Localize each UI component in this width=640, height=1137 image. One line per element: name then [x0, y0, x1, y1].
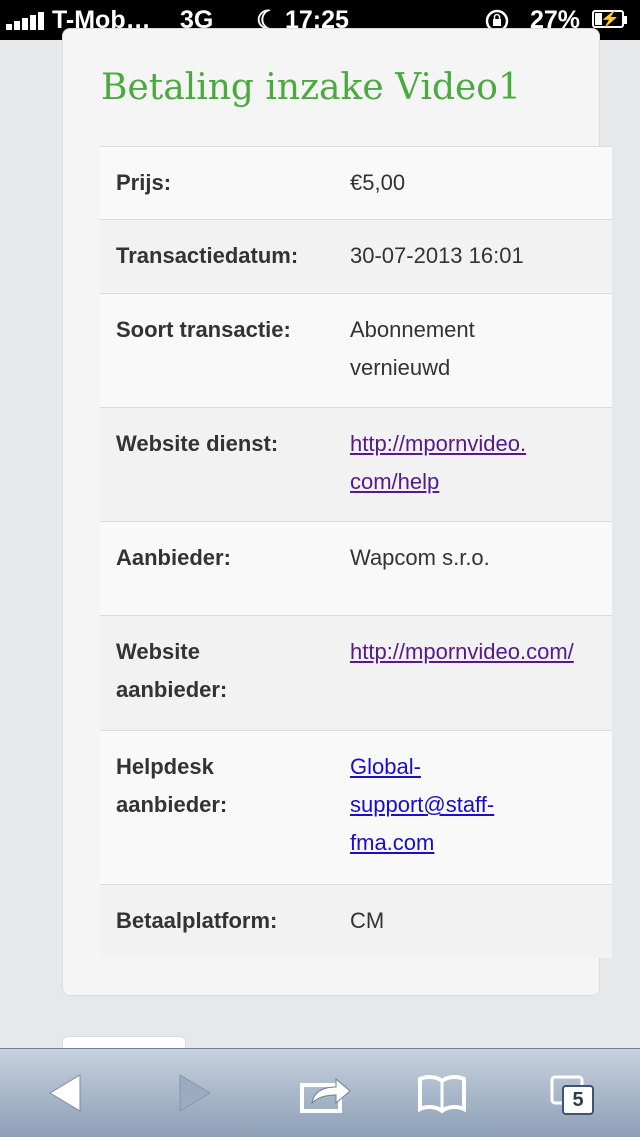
- row-label: Transactiedatum:: [116, 243, 299, 268]
- battery-icon: ⚡: [592, 10, 628, 30]
- back-arrow-icon[interactable]: [42, 1071, 102, 1115]
- row-label: Website dienst:: [116, 431, 279, 456]
- row-value: http://mpornvideo.com/help: [350, 425, 530, 501]
- row-value: Wapcom s.r.o.: [350, 545, 490, 570]
- share-icon[interactable]: [296, 1071, 356, 1115]
- row-value: Abonnement vernieuwd: [350, 317, 475, 380]
- row-value: CM: [350, 908, 385, 933]
- row-label: Betaalplatform:: [116, 908, 278, 933]
- page-title: Betaling inzake Video1: [101, 67, 521, 108]
- signal-strength-icon: [6, 10, 46, 30]
- row-value: Global-support@staff-fma.com: [350, 748, 520, 862]
- detail-row-provider-website: Website aanbieder: http://mpornvideo.com…: [100, 615, 612, 730]
- row-value: €5,00: [350, 170, 406, 195]
- helpdesk-email-link[interactable]: Global-support@staff-fma.com: [350, 754, 494, 855]
- detail-row-date: Transactiedatum: 30-07-2013 16:01: [100, 219, 612, 293]
- row-label: Website aanbieder:: [116, 639, 228, 702]
- row-label: Soort transactie:: [116, 317, 291, 342]
- row-label: Prijs:: [116, 170, 172, 195]
- browser-toolbar: [0, 1048, 640, 1137]
- detail-row-helpdesk: Helpdesk aanbieder: Global-support@staff…: [100, 730, 612, 884]
- service-website-link[interactable]: http://mpornvideo.com/help: [350, 431, 526, 494]
- tab-count-badge[interactable]: 5: [562, 1085, 594, 1115]
- detail-row-transaction-type: Soort transactie: Abonnement vernieuwd: [100, 293, 612, 407]
- forward-arrow-icon[interactable]: [168, 1071, 228, 1115]
- row-value: 30-07-2013 16:01: [350, 243, 524, 268]
- bookmarks-book-icon[interactable]: [412, 1071, 472, 1115]
- detail-row-payment-platform: Betaalplatform: CM: [100, 884, 612, 958]
- provider-website-link[interactable]: http://mpornvideo.com/: [350, 639, 574, 664]
- row-label: Helpdesk aanbieder:: [116, 754, 228, 817]
- row-label: Aanbieder:: [116, 545, 231, 570]
- detail-row-provider: Aanbieder: Wapcom s.r.o.: [100, 521, 612, 615]
- row-value: http://mpornvideo.com/: [350, 633, 610, 671]
- detail-row-service-website: Website dienst: http://mpornvideo.com/he…: [100, 407, 612, 521]
- detail-row-price: Prijs: €5,00: [100, 146, 612, 219]
